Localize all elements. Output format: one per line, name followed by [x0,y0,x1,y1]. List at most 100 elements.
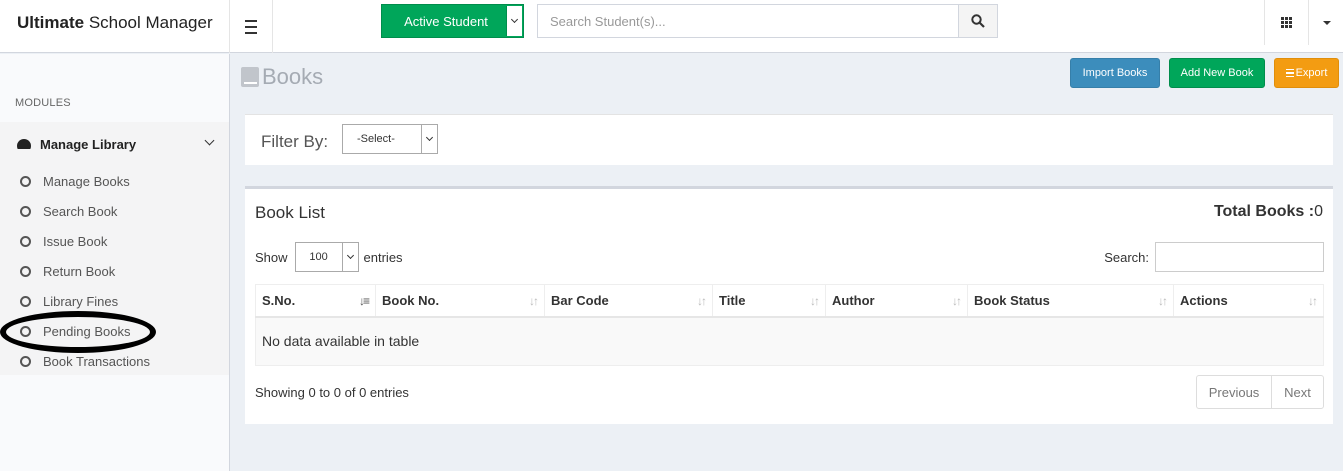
entries-label: entries [363,249,403,265]
export-button[interactable]: Export [1274,58,1339,88]
book-icon [241,67,259,87]
total-books-value: 0 [1314,203,1323,220]
circle-icon [20,235,31,247]
sidebar-item-label: Library Fines [43,293,119,309]
sidebar-section-manage-library[interactable]: Manage Library [17,134,217,154]
total-books: Total Books :0 [1214,203,1323,221]
filter-select-value: -Select- [357,133,395,145]
sidebar-item-book-transactions[interactable]: Book Transactions [20,351,220,371]
previous-page-button[interactable]: Previous [1197,376,1272,408]
apps-menu-button[interactable] [1264,0,1309,45]
empty-table-message: No data available in table [255,316,1324,366]
entries-length-value: 100 [309,251,328,263]
filter-panel: Filter By: -Select- [245,114,1333,165]
circle-icon [20,205,31,217]
table-info: Showing 0 to 0 of 0 entries [255,385,409,400]
search-icon [971,14,985,28]
sort-icon: ↓↑ [697,294,707,308]
dashboard-icon [17,139,31,149]
column-header-actions[interactable]: Actions ↓↑ [1173,284,1324,318]
export-label: Export [1295,67,1328,79]
caret-down-icon [1322,20,1331,25]
chevron-down-icon [204,135,215,146]
column-header-book-status[interactable]: Book Status ↓↑ [967,284,1174,318]
pagination: Previous Next [1196,375,1324,409]
circle-icon [20,325,31,337]
table-search: Search: [1104,242,1324,272]
sidebar-item-label: Issue Book [43,233,108,249]
show-label: Show [255,249,288,265]
sidebar-item-label: Manage Books [43,173,130,189]
circle-icon [20,265,31,277]
chevron-down-icon [341,243,358,271]
table-search-label: Search: [1104,249,1149,265]
table-header-row: S.No. ↓≡ Book No. ↓↑ Bar Code ↓↑ Title ↓↑ Au… [255,284,1324,318]
entries-length-control: Show 100 entries [255,242,403,272]
student-search-input[interactable] [538,5,958,37]
column-header-label: Actions [1180,292,1228,308]
import-books-label: Import Books [1082,67,1148,79]
column-header-sno[interactable]: S.No. ↓≡ [255,284,376,318]
brand-bold: Ultimate [17,13,85,32]
sidebar-item-manage-books[interactable]: Manage Books [20,171,220,191]
app-logo[interactable]: Ultimate School Manager [0,0,230,53]
table-row: No data available in table [255,316,1324,366]
sort-icon: ↓↑ [952,294,962,308]
table-search-input[interactable] [1155,242,1324,272]
circle-icon [20,355,31,367]
column-header-label: Book Status [974,292,1050,308]
column-header-author[interactable]: Author ↓↑ [825,284,968,318]
sort-icon: ↓↑ [810,294,820,308]
add-new-book-button[interactable]: Add New Book [1169,58,1265,88]
top-header: Ultimate School Manager Active Student [0,0,1343,53]
search-button[interactable] [958,5,997,37]
sidebar-item-search-book[interactable]: Search Book [20,201,220,221]
sidebar-item-label: Search Book [43,203,118,219]
sort-icon: ↓↑ [1308,294,1318,308]
column-header-label: Author [832,292,875,308]
student-status-select[interactable]: Active Student [381,4,524,38]
hamburger-icon [245,18,257,36]
filter-select[interactable]: -Select- [342,124,438,154]
column-header-title[interactable]: Title ↓↑ [712,284,826,318]
sidebar-item-pending-books[interactable]: Pending Books [20,321,220,341]
circle-icon [20,295,31,307]
add-new-book-label: Add New Book [1180,67,1254,79]
books-table: S.No. ↓≡ Book No. ↓↑ Bar Code ↓↑ Title ↓↑ Au… [255,284,1324,366]
total-books-label: Total Books : [1213,203,1315,220]
list-icon [1285,68,1294,79]
sidebar-item-label: Return Book [43,263,116,279]
book-list-panel: Book List Total Books :0 Show 100 entrie… [245,186,1333,424]
page-title-text: Books [262,64,324,89]
column-header-label: Book No. [382,292,440,308]
brand-rest: School Manager [88,13,213,32]
sort-icon: ↓↑ [529,294,539,308]
user-menu-button[interactable] [1310,0,1343,45]
filter-label: Filter By: [261,132,329,151]
next-page-button[interactable]: Next [1272,376,1323,408]
apps-grid-icon [1281,17,1292,28]
column-header-label: S.No. [262,292,296,308]
column-header-bar-code[interactable]: Bar Code ↓↑ [544,284,713,318]
sidebar-section-label: Manage Library [40,136,137,152]
circle-icon [20,175,31,187]
sidebar-item-issue-book[interactable]: Issue Book [20,231,220,251]
import-books-button[interactable]: Import Books [1070,58,1160,88]
modules-label: MODULES [15,97,71,109]
page-title: Books [241,64,323,90]
sidebar-toggle-button[interactable] [230,0,273,53]
book-list-title: Book List [255,203,325,222]
chevron-down-icon [421,125,437,153]
sort-icon: ↓↑ [1158,294,1168,308]
sort-icon: ↓≡ [358,294,370,308]
column-header-label: Title [719,292,746,308]
student-status-value: Active Student [404,13,488,29]
sidebar-item-library-fines[interactable]: Library Fines [20,291,220,311]
column-header-label: Bar Code [551,292,609,308]
sidebar-item-label: Book Transactions [43,353,150,369]
column-header-book-no[interactable]: Book No. ↓↑ [375,284,545,318]
chevron-down-icon [506,6,522,36]
sidebar-item-label: Pending Books [43,323,131,339]
entries-length-select[interactable]: 100 [294,242,359,272]
sidebar-item-return-book[interactable]: Return Book [20,261,220,281]
